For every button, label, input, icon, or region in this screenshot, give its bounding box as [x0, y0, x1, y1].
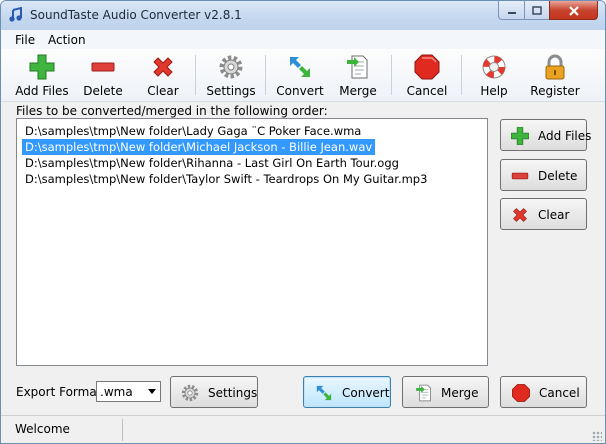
toolbar-separator — [461, 55, 462, 95]
maximize-icon — [532, 6, 542, 15]
toolbar-merge-label: Merge — [339, 84, 377, 98]
gear-icon — [219, 55, 243, 79]
arrows-icon — [290, 57, 310, 77]
x-icon — [513, 208, 527, 222]
resize-grip-icon[interactable] — [592, 431, 602, 441]
clear-button[interactable]: Clear — [500, 198, 587, 230]
toolbar-convert-button[interactable]: Convert — [273, 51, 327, 99]
toolbar-delete-label: Delete — [83, 84, 123, 98]
menu-bar: File Action — [1, 30, 605, 50]
list-item[interactable]: D:\samples\tmp\New folder\Rihanna - Last… — [22, 155, 402, 171]
list-item-selected[interactable]: D:\samples\tmp\New folder\Michael Jackso… — [22, 139, 376, 155]
document-icon — [347, 55, 368, 79]
settings-label: Settings — [208, 386, 258, 400]
file-list[interactable]: D:\samples\tmp\New folder\Lady Gaga ¨C P… — [16, 118, 488, 366]
settings-button[interactable]: Settings — [170, 376, 258, 408]
toolbar-convert-label: Convert — [276, 84, 324, 98]
export-format-value: .wma — [100, 385, 133, 399]
list-item[interactable]: D:\samples\tmp\New folder\Lady Gaga ¨C P… — [22, 123, 364, 139]
file-list-label: Files to be converted/merged in the foll… — [16, 104, 328, 118]
status-bar: Welcome — [1, 415, 605, 443]
toolbar-separator — [391, 55, 392, 95]
clear-label: Clear — [538, 208, 570, 222]
lock-icon — [545, 54, 565, 80]
toolbar-clear-button[interactable]: Clear — [141, 51, 185, 99]
toolbar-settings-button[interactable]: Settings — [203, 51, 259, 99]
x-icon — [153, 57, 173, 77]
export-format-label: Export Format: — [16, 385, 106, 399]
close-window-button[interactable] — [549, 1, 598, 20]
status-text: Welcome — [15, 422, 70, 436]
minimize-icon — [507, 12, 516, 14]
window-title: SoundTaste Audio Converter v2.8.1 — [30, 8, 242, 22]
chevron-down-icon — [148, 389, 156, 394]
add-files-button[interactable]: Add Files — [500, 119, 591, 151]
toolbar-cancel-button[interactable]: Cancel — [403, 51, 451, 99]
stop-icon — [512, 384, 530, 402]
menu-file[interactable]: File — [15, 33, 35, 47]
minus-icon — [511, 172, 529, 180]
app-icon — [9, 7, 22, 22]
minimize-button[interactable] — [498, 1, 525, 20]
app-window: SoundTaste Audio Converter v2.8.1 File A… — [0, 0, 606, 444]
delete-button[interactable]: Delete — [500, 159, 587, 191]
list-item[interactable]: D:\samples\tmp\New folder\Taylor Swift -… — [22, 171, 430, 187]
toolbar-clear-label: Clear — [147, 84, 179, 98]
toolbar-separator — [265, 55, 266, 95]
close-icon — [568, 6, 579, 16]
cancel-label: Cancel — [539, 386, 580, 400]
minus-icon — [91, 62, 115, 72]
toolbar: Add Files Delete Clear Settings Convert … — [1, 49, 605, 102]
arrows-icon — [316, 385, 332, 401]
toolbar-cancel-label: Cancel — [406, 84, 448, 98]
convert-button[interactable]: Convert — [303, 376, 391, 408]
gear-icon — [181, 384, 199, 402]
stop-icon — [414, 54, 440, 80]
toolbar-delete-button[interactable]: Delete — [79, 51, 127, 99]
export-format-select[interactable]: .wma — [96, 381, 161, 402]
merge-label: Merge — [441, 386, 479, 400]
toolbar-add-files-label: Add Files — [15, 84, 69, 98]
toolbar-add-files-button[interactable]: Add Files — [13, 51, 71, 99]
add-files-label: Add Files — [538, 129, 592, 143]
lifebuoy-icon — [482, 55, 506, 79]
status-divider — [122, 419, 123, 441]
cancel-button[interactable]: Cancel — [500, 376, 587, 408]
maximize-button[interactable] — [524, 1, 550, 20]
merge-button[interactable]: Merge — [402, 376, 489, 408]
menu-action[interactable]: Action — [48, 33, 86, 47]
toolbar-settings-label: Settings — [206, 84, 256, 98]
toolbar-separator — [195, 55, 196, 95]
delete-label: Delete — [538, 169, 578, 183]
plus-icon — [511, 127, 529, 145]
convert-label: Convert — [342, 386, 390, 400]
toolbar-register-label: Register — [530, 84, 580, 98]
toolbar-help-label: Help — [480, 84, 508, 98]
plus-icon — [29, 54, 55, 80]
toolbar-merge-button[interactable]: Merge — [335, 51, 381, 99]
toolbar-register-button[interactable]: Register — [527, 51, 583, 99]
toolbar-help-button[interactable]: Help — [471, 51, 517, 99]
title-bar[interactable]: SoundTaste Audio Converter v2.8.1 — [1, 1, 605, 30]
document-icon — [416, 384, 431, 402]
